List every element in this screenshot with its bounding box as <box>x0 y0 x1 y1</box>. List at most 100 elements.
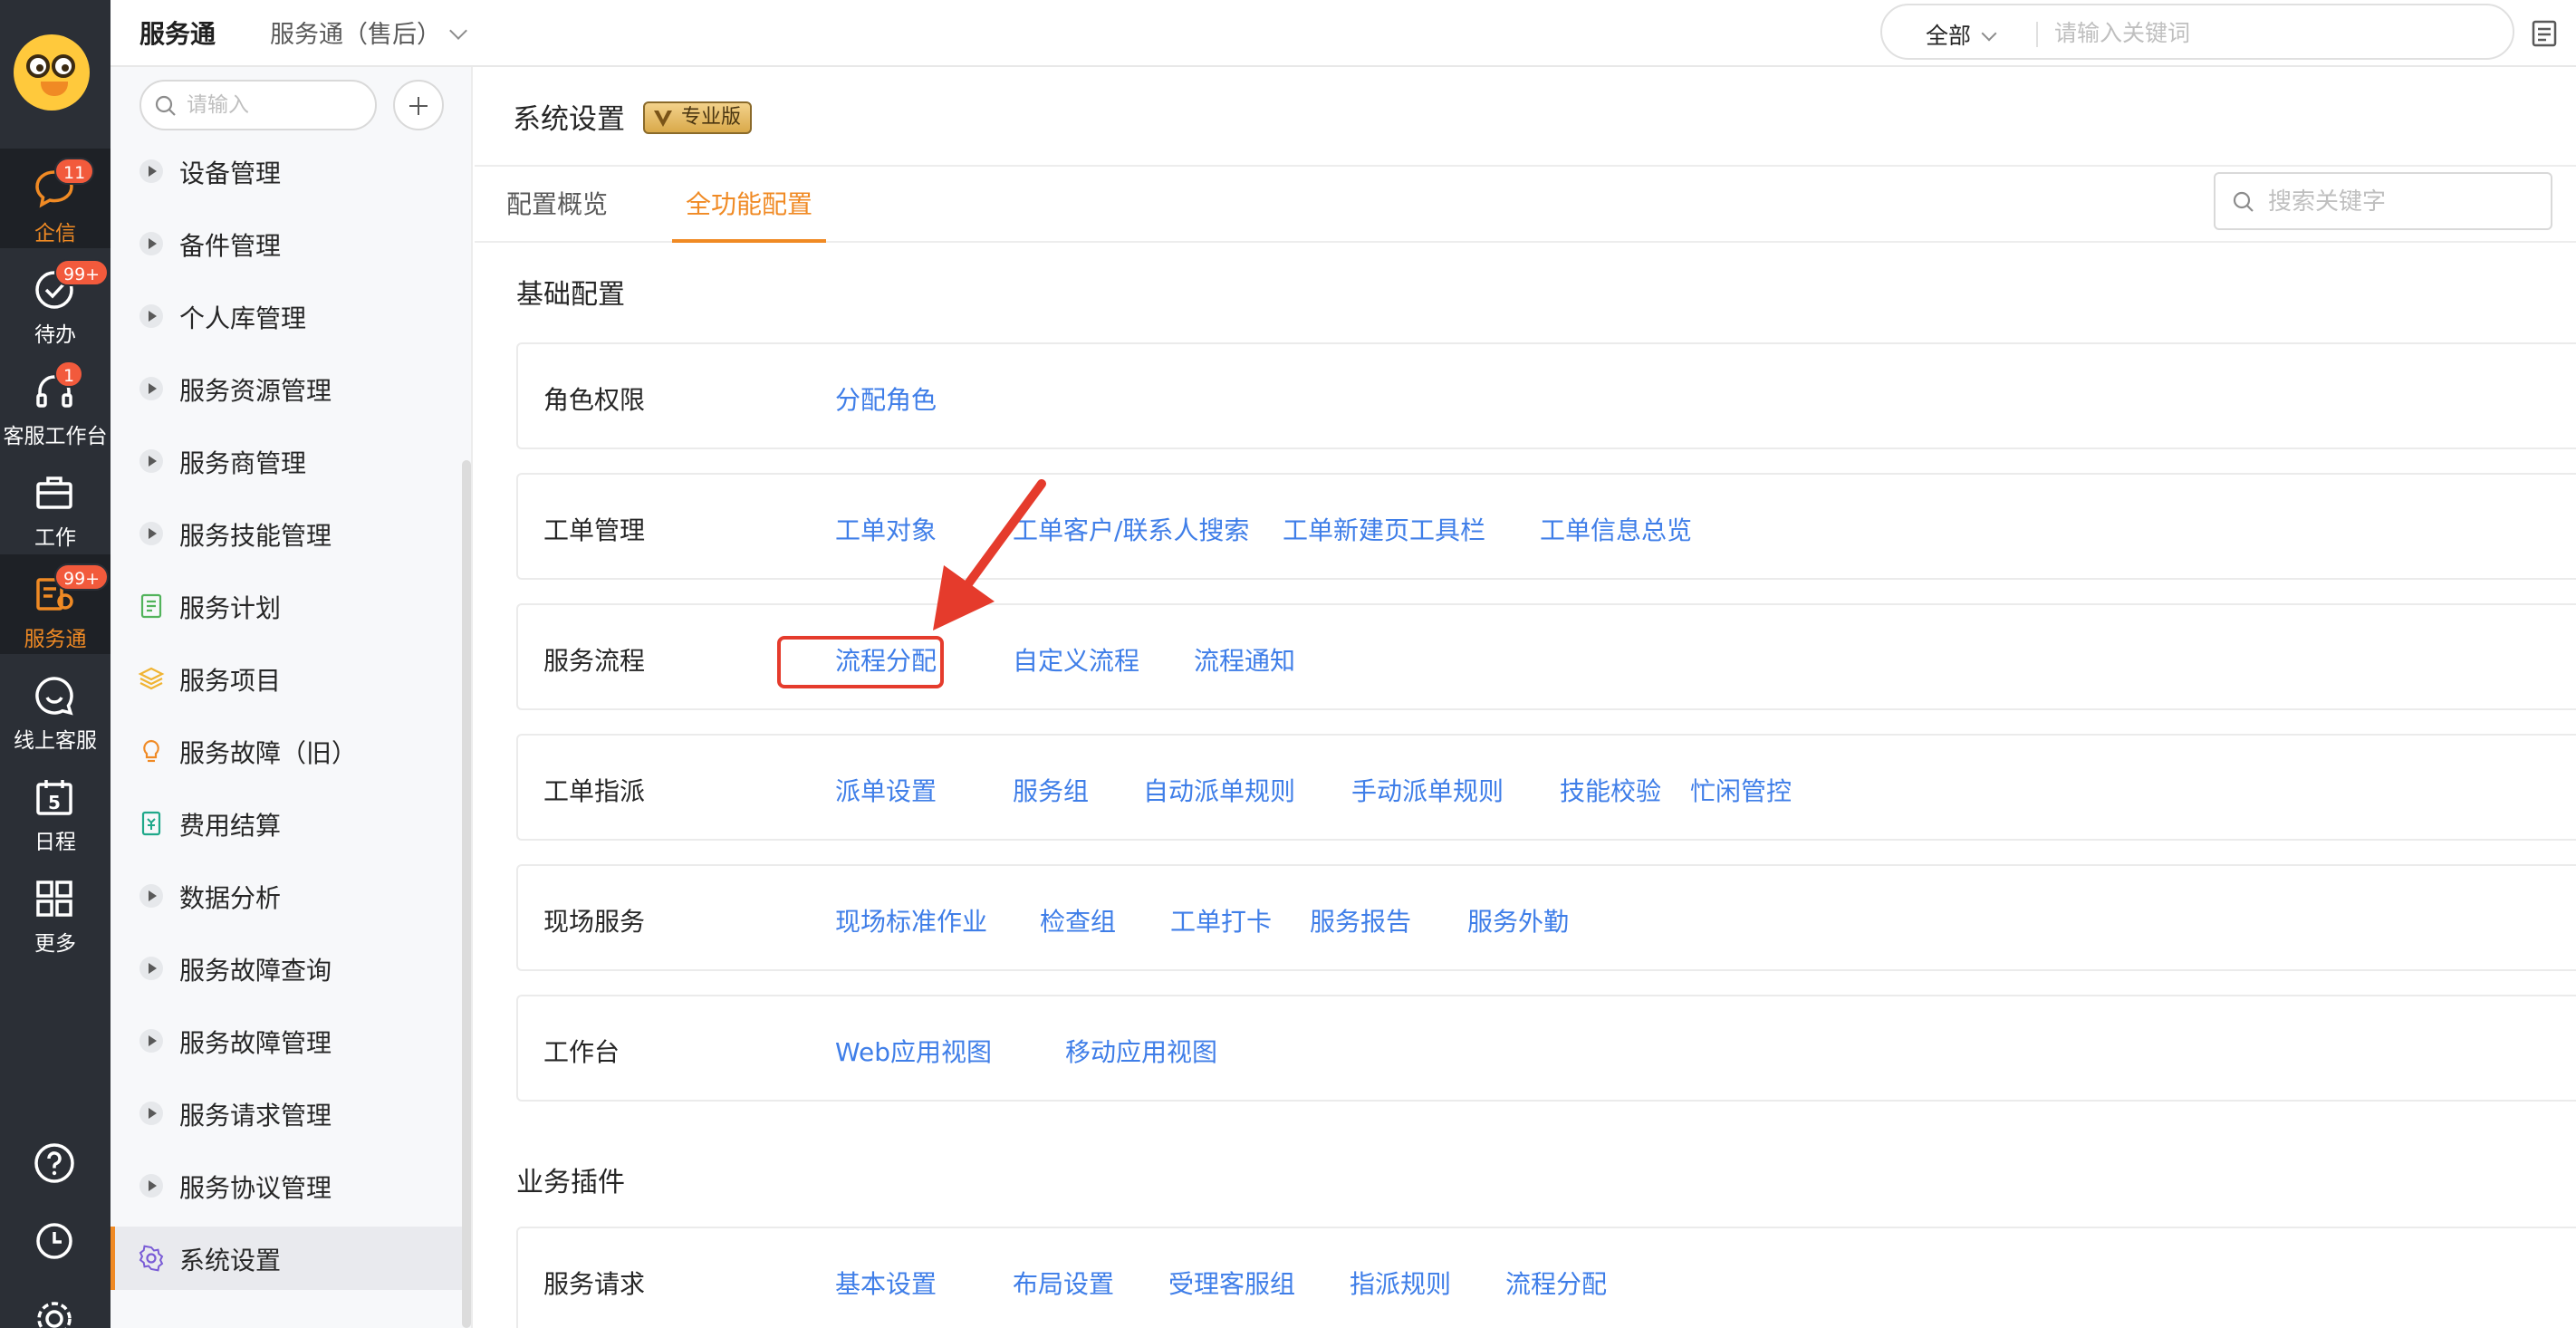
caret-right-icon <box>139 1029 163 1053</box>
sidebar-item-spare-parts[interactable]: 备件管理 <box>111 212 462 275</box>
link-layout-settings[interactable]: 布局设置 <box>1013 1265 1114 1301</box>
sidebar-item-label: 设备管理 <box>179 159 282 188</box>
app-switcher[interactable]: 服务通（售后） <box>270 14 467 50</box>
add-button[interactable] <box>393 80 444 130</box>
link-ticket-overview[interactable]: 工单信息总览 <box>1540 511 1692 547</box>
config-row-field-service: 现场服务 现场标准作业 检查组 工单打卡 服务报告 服务外勤 <box>516 864 2576 971</box>
briefcase-icon <box>33 471 76 515</box>
sidebar-item-service-skills[interactable]: 服务技能管理 <box>111 502 462 565</box>
help-icon[interactable] <box>31 1140 78 1187</box>
link-manual-dispatch-rules[interactable]: 手动派单规则 <box>1351 772 1504 808</box>
caret-right-icon <box>139 1102 163 1125</box>
link-service-report[interactable]: 服务报告 <box>1310 902 1411 938</box>
config-row-role-permission: 角色权限 分配角色 <box>516 342 2576 449</box>
caret-right-icon <box>139 522 163 545</box>
link-assign-role[interactable]: 分配角色 <box>835 380 937 417</box>
link-service-group[interactable]: 服务组 <box>1013 772 1089 808</box>
app-switcher-label: 服务通（售后） <box>270 21 441 49</box>
sidebar-item-label: 费用结算 <box>179 811 282 841</box>
sidebar-search <box>139 80 377 130</box>
sidebar-item-expense-settlement[interactable]: 费用结算 <box>111 792 462 855</box>
rail-item-customer-service[interactable]: 1 客服工作台 <box>0 351 111 451</box>
search-scope-select[interactable]: 全部 <box>1926 18 1997 51</box>
sidebar-item-label: 服务技能管理 <box>179 521 332 551</box>
link-flow-assignment[interactable]: 流程分配 <box>835 641 937 678</box>
row-label: 工单指派 <box>543 776 646 806</box>
link-dispatch-settings[interactable]: 派单设置 <box>835 772 937 808</box>
sidebar-item-service-fault-old[interactable]: 服务故障（旧） <box>111 719 462 783</box>
sidebar-item-request-management[interactable]: 服务请求管理 <box>111 1082 462 1145</box>
sidebar-item-fault-management[interactable]: 服务故障管理 <box>111 1009 462 1073</box>
global-search-input[interactable] <box>2054 16 2489 49</box>
sidebar-item-label: 服务协议管理 <box>179 1173 332 1203</box>
link-web-app-view[interactable]: Web应用视图 <box>835 1033 992 1069</box>
sidebar-item-label: 服务请求管理 <box>179 1101 332 1131</box>
row-label: 工单管理 <box>543 515 646 545</box>
link-field-attendance[interactable]: 服务外勤 <box>1467 902 1569 938</box>
sidebar-item-service-items[interactable]: 服务项目 <box>111 647 462 710</box>
sidebar-item-agreement-management[interactable]: 服务协议管理 <box>111 1154 462 1217</box>
main-content: 系统设置 专业版 配置概览 全功能配置 基础配置 角色权限 分配角色 工单管理 … <box>475 67 2576 1328</box>
settings-icon[interactable] <box>31 1295 78 1328</box>
link-request-flow-assignment[interactable]: 流程分配 <box>1505 1265 1607 1301</box>
tab-overview[interactable]: 配置概览 <box>495 168 620 243</box>
rail-item-more[interactable]: 更多 <box>0 859 111 958</box>
sidebar-item-service-plan[interactable]: 服务计划 <box>111 574 462 638</box>
service-badge: 1 <box>54 361 84 388</box>
link-field-standard-operation[interactable]: 现场标准作业 <box>835 902 987 938</box>
sidebar-item-system-settings[interactable]: 系统设置 <box>111 1227 462 1290</box>
link-ticket-new-toolbar[interactable]: 工单新建页工具栏 <box>1283 511 1485 547</box>
sidebar-scrollbar[interactable] <box>462 460 471 1328</box>
link-reception-group[interactable]: 受理客服组 <box>1168 1265 1295 1301</box>
link-ticket-check-in[interactable]: 工单打卡 <box>1170 902 1272 938</box>
sidebar-item-label: 服务故障查询 <box>179 956 332 986</box>
sidebar-item-equipment[interactable]: 设备管理 <box>111 140 462 203</box>
link-assignment-rules[interactable]: 指派规则 <box>1350 1265 1451 1301</box>
config-search-input[interactable] <box>2268 187 2540 217</box>
section-title-plugins: 业务插件 <box>516 1167 625 1198</box>
rail-item-work[interactable]: 工作 <box>0 453 111 553</box>
clock-icon[interactable] <box>31 1217 78 1265</box>
notes-icon[interactable] <box>2529 18 2560 49</box>
link-auto-dispatch-rules[interactable]: 自动派单规则 <box>1143 772 1295 808</box>
layers-icon <box>138 665 165 692</box>
rail-item-qixin[interactable]: 11 企信 <box>0 149 111 248</box>
link-ticket-object[interactable]: 工单对象 <box>835 511 937 547</box>
vip-icon <box>654 111 672 127</box>
sidebar-item-label: 服务商管理 <box>179 448 307 478</box>
row-label: 服务请求 <box>543 1269 646 1299</box>
page-header: 系统设置 专业版 <box>475 67 2576 167</box>
rail-item-schedule[interactable]: 5 日程 <box>0 757 111 857</box>
config-search <box>2214 172 2552 230</box>
config-row-ticket-dispatch: 工单指派 派单设置 服务组 自动派单规则 手动派单规则 技能校验 忙闲管控 <box>516 734 2576 841</box>
app-logo-icon[interactable] <box>14 34 90 111</box>
link-flow-notification[interactable]: 流程通知 <box>1194 641 1295 678</box>
sidebar-item-service-providers[interactable]: 服务商管理 <box>111 429 462 493</box>
rail-item-todo[interactable]: 99+ 待办 <box>0 250 111 350</box>
sidebar-item-fault-query[interactable]: 服务故障查询 <box>111 937 462 1000</box>
unread-badge: 11 <box>54 158 95 185</box>
rail-item-online-service[interactable]: 线上客服 <box>0 656 111 755</box>
rail-label: 更多 <box>34 932 76 956</box>
link-ticket-customer-search[interactable]: 工单客户/联系人搜索 <box>1013 511 1249 547</box>
link-busy-idle-control[interactable]: 忙闲管控 <box>1690 772 1792 808</box>
tab-full-config[interactable]: 全功能配置 <box>672 168 826 243</box>
sidebar-item-label: 系统设置 <box>179 1246 282 1275</box>
link-custom-flow[interactable]: 自定义流程 <box>1013 641 1139 678</box>
sidebar-item-label: 数据分析 <box>179 883 282 913</box>
grid-icon <box>33 877 76 920</box>
link-mobile-app-view[interactable]: 移动应用视图 <box>1065 1033 1217 1069</box>
rail-label: 工作 <box>34 526 76 550</box>
sidebar-item-label: 服务故障（旧） <box>179 738 358 768</box>
link-inspection-group[interactable]: 检查组 <box>1040 902 1116 938</box>
link-basic-settings[interactable]: 基本设置 <box>835 1265 937 1301</box>
rail-item-fuwutong[interactable]: 99+ 服务通 <box>0 554 111 654</box>
link-skill-check[interactable]: 技能校验 <box>1560 772 1661 808</box>
rail-label: 待办 <box>34 323 76 347</box>
sidebar-item-label: 服务计划 <box>179 593 282 623</box>
edition-badge-label: 专业版 <box>681 106 742 129</box>
sidebar-item-data-analysis[interactable]: 数据分析 <box>111 864 462 928</box>
sidebar-item-service-resources[interactable]: 服务资源管理 <box>111 357 462 420</box>
sidebar-item-personal-stock[interactable]: 个人库管理 <box>111 284 462 348</box>
sidebar-search-input[interactable] <box>187 91 368 120</box>
